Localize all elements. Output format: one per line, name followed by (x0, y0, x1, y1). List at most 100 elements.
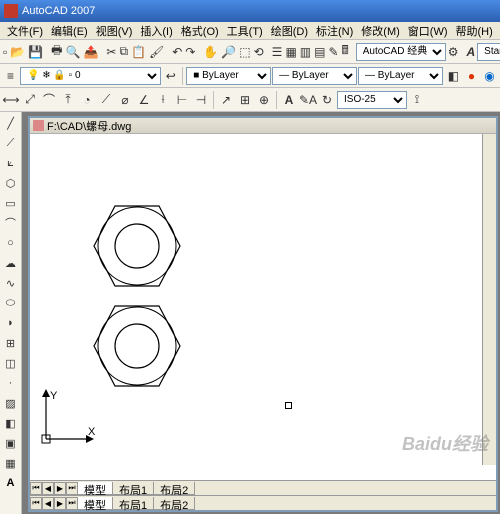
dim-edit-button[interactable]: A (280, 91, 298, 109)
menu-file[interactable]: 文件(F) (4, 22, 46, 40)
tab2-layout1[interactable]: 布局1 (112, 497, 154, 510)
tool-palette-button[interactable]: ▥ (299, 43, 312, 61)
dim-current-combo[interactable]: ISO-25 (337, 91, 407, 109)
dim-aligned-button[interactable]: ⤢ (21, 91, 39, 109)
layer-manager-button[interactable]: ≡ (2, 67, 19, 85)
save-button[interactable]: 💾 (27, 43, 44, 61)
dim-angular-button[interactable]: ∠ (135, 91, 153, 109)
tab-next-button[interactable]: ▶ (54, 482, 66, 495)
properties-button[interactable]: ☰ (271, 43, 284, 61)
markup-button[interactable]: ✎ (327, 43, 339, 61)
redo-button[interactable]: ↷ (184, 43, 196, 61)
menu-help[interactable]: 帮助(H) (453, 22, 496, 40)
match-button[interactable]: 🖌 (148, 43, 165, 61)
tab-layout2[interactable]: 布局2 (153, 482, 195, 495)
menu-modify[interactable]: 修改(M) (358, 22, 403, 40)
designcenter-button[interactable]: ▦ (284, 43, 297, 61)
dim-jogged-button[interactable]: ⟋ (97, 91, 115, 109)
dim-update-button[interactable]: ↻ (318, 91, 336, 109)
polygon-button[interactable]: ⬡ (2, 174, 20, 192)
tab-model[interactable]: 模型 (77, 482, 113, 495)
circle-button[interactable]: ○ (2, 234, 20, 252)
tab2-model[interactable]: 模型 (77, 497, 113, 510)
zoom-win-button[interactable]: ⬚ (238, 43, 251, 61)
region-button[interactable]: ▣ (2, 434, 20, 452)
pline-button[interactable]: ⟀ (2, 154, 20, 172)
menu-insert[interactable]: 插入(I) (137, 22, 175, 40)
drawing-canvas[interactable]: Y X Baidu经验 (30, 134, 496, 480)
pan-button[interactable]: ✋ (202, 43, 219, 61)
dim-ordinate-button[interactable]: ⤒ (59, 91, 77, 109)
layer-prev-button[interactable]: ↩ (162, 67, 179, 85)
dim-baseline-button[interactable]: ⊢ (173, 91, 191, 109)
gradient-button[interactable]: ◧ (2, 414, 20, 432)
revcloud-button[interactable]: ☁ (2, 254, 20, 272)
dim-arc-button[interactable]: ⌒ (40, 91, 58, 109)
workspace-settings-button[interactable]: ⚙ (447, 43, 460, 61)
dim-center-button[interactable]: ⊕ (255, 91, 273, 109)
ellipse-arc-button[interactable]: ◗ (2, 314, 20, 332)
lineweight-combo[interactable]: — ByLayer (358, 67, 443, 85)
sheet-set-button[interactable]: ▤ (313, 43, 326, 61)
dim-style-button[interactable]: ⟟ (408, 91, 426, 109)
zoom-prev-button[interactable]: ⟲ (253, 43, 265, 61)
calc-button[interactable]: 🖩 (341, 43, 350, 61)
color-combo[interactable]: ■ ByLayer (186, 67, 271, 85)
color-button[interactable]: ● (463, 67, 480, 85)
publish-button[interactable]: 📤 (82, 43, 99, 61)
bylayer-button[interactable]: ◧ (445, 67, 462, 85)
hatch-button[interactable]: ▨ (2, 394, 20, 412)
spline-button[interactable]: ∿ (2, 274, 20, 292)
zoom-rt-button[interactable]: 🔎 (220, 43, 237, 61)
menu-format[interactable]: 格式(O) (178, 22, 222, 40)
linetype-combo[interactable]: — ByLayer (272, 67, 357, 85)
menu-view[interactable]: 视图(V) (93, 22, 136, 40)
menu-draw[interactable]: 绘图(D) (268, 22, 311, 40)
arc-button[interactable]: ⌒ (2, 214, 20, 232)
preview-button[interactable]: 🔍 (65, 43, 82, 61)
xline-button[interactable]: ⟋ (2, 134, 20, 152)
tab-prev-button[interactable]: ◀ (42, 482, 54, 495)
text-style-icon[interactable]: A (466, 43, 477, 61)
tab2-layout2[interactable]: 布局2 (153, 497, 195, 510)
tab2-prev-button[interactable]: ◀ (42, 497, 54, 510)
dim-tolerance-button[interactable]: ⊞ (236, 91, 254, 109)
ellipse-button[interactable]: ⬭ (2, 294, 20, 312)
tab-first-button[interactable]: ⏮ (30, 482, 42, 495)
menu-tools[interactable]: 工具(T) (224, 22, 266, 40)
mtext-button[interactable]: A (2, 474, 20, 492)
dim-leader-button[interactable]: ↗ (217, 91, 235, 109)
line-button[interactable]: ╱ (2, 114, 20, 132)
insert-block-button[interactable]: ⊞ (2, 334, 20, 352)
dim-continue-button[interactable]: ⊣ (192, 91, 210, 109)
menu-window[interactable]: 窗口(W) (405, 22, 451, 40)
dim-radius-button[interactable]: ◔ (78, 91, 96, 109)
copy-button[interactable]: ⧉ (118, 43, 129, 61)
dim-diameter-button[interactable]: ⌀ (116, 91, 134, 109)
table-button[interactable]: ▦ (2, 454, 20, 472)
document-titlebar[interactable]: F:\CAD\螺母.dwg (30, 118, 496, 134)
workspace-combo[interactable]: AutoCAD 经典 (356, 43, 446, 61)
layer-combo[interactable]: 💡 ❄ 🔒 ▫ 0 (20, 67, 161, 85)
dim-linear-button[interactable]: ⟷ (2, 91, 20, 109)
print-button[interactable]: 🖶 (50, 43, 63, 61)
tab2-next-button[interactable]: ▶ (54, 497, 66, 510)
menu-edit[interactable]: 编辑(E) (48, 22, 91, 40)
vertical-scrollbar[interactable] (482, 134, 496, 465)
tab2-first-button[interactable]: ⏮ (30, 497, 42, 510)
render-button[interactable]: ◉ (481, 67, 498, 85)
menu-dimension[interactable]: 标注(N) (313, 22, 356, 40)
dim-textedit-button[interactable]: ✎A (299, 91, 317, 109)
text-style-combo[interactable]: Standard (477, 43, 500, 61)
dim-quick-button[interactable]: ⟊ (154, 91, 172, 109)
make-block-button[interactable]: ◫ (2, 354, 20, 372)
layout-tabs-2: ⏮ ◀ ▶ ⏭ 模型 布局1 布局2 (30, 495, 496, 510)
point-button[interactable]: · (2, 374, 20, 392)
new-button[interactable]: ▫ (2, 43, 8, 61)
open-button[interactable]: 📂 (9, 43, 26, 61)
undo-button[interactable]: ↶ (171, 43, 183, 61)
cut-button[interactable]: ✂ (105, 43, 117, 61)
rectangle-button[interactable]: ▭ (2, 194, 20, 212)
paste-button[interactable]: 📋 (130, 43, 147, 61)
tab-layout1[interactable]: 布局1 (112, 482, 154, 495)
